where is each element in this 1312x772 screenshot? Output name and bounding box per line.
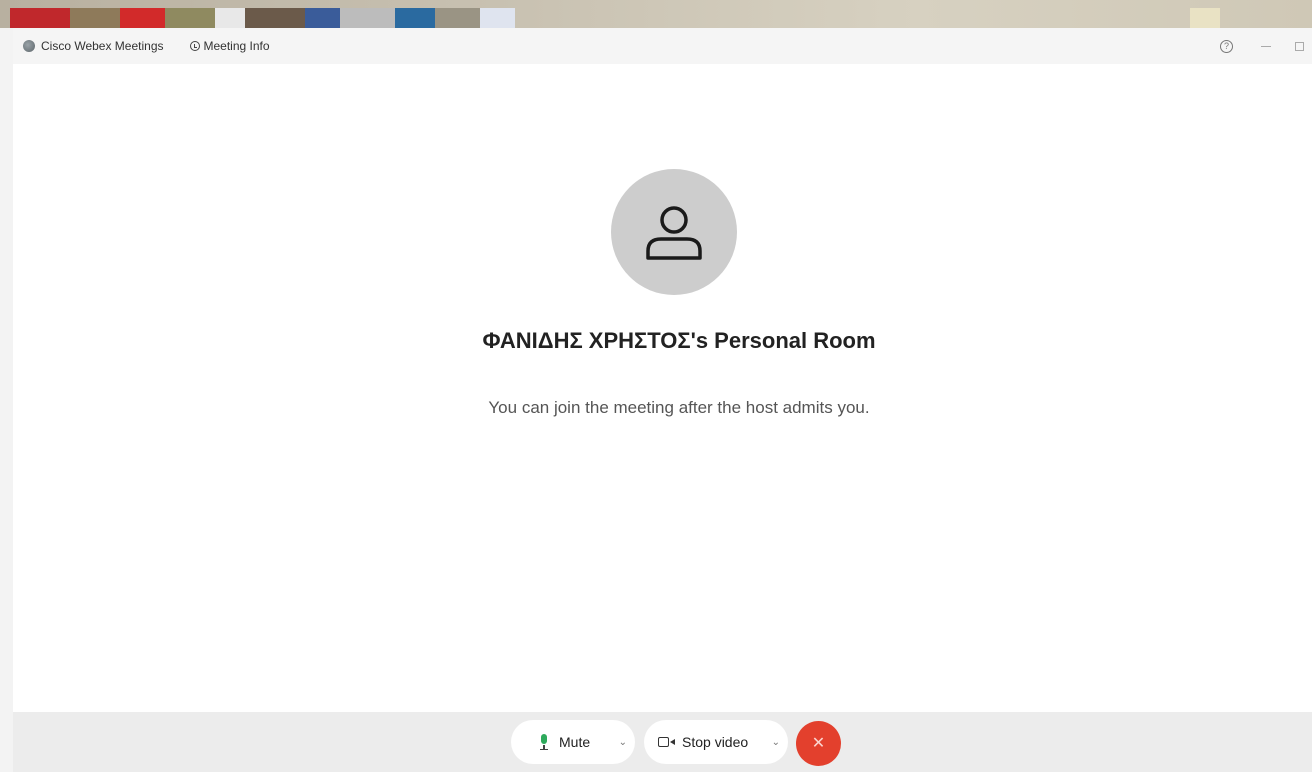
chevron-down-icon[interactable]: ⌄ <box>772 737 780 748</box>
chevron-down-icon[interactable]: ⌄ <box>619 737 627 748</box>
desktop-thumbnail <box>480 8 515 28</box>
stop-video-label: Stop video <box>682 734 749 750</box>
desktop-thumbnail <box>395 8 435 28</box>
webex-window: Cisco Webex Meetings Meeting Info ? ΦΑΝΙ… <box>13 28 1312 772</box>
desktop-thumbnail <box>340 8 395 28</box>
title-bar: Cisco Webex Meetings Meeting Info ? <box>13 28 1312 65</box>
leave-meeting-button[interactable]: ✕ <box>796 721 841 766</box>
meeting-info-label: Meeting Info <box>203 39 270 53</box>
desktop-thumbnail <box>10 8 70 28</box>
app-title: Cisco Webex Meetings <box>41 39 164 53</box>
help-icon[interactable]: ? <box>1220 39 1233 53</box>
microphone-icon <box>539 734 549 750</box>
person-icon <box>646 206 702 260</box>
lobby-message: You can join the meeting after the host … <box>488 398 870 417</box>
avatar <box>611 169 737 295</box>
meeting-info-button[interactable]: Meeting Info <box>189 39 270 53</box>
desktop-thumbnail <box>120 8 165 28</box>
desktop-thumbnail <box>245 8 305 28</box>
webex-logo-icon <box>23 40 35 52</box>
info-icon <box>189 41 200 51</box>
desktop-thumbnail <box>305 8 340 28</box>
desktop-thumbnail <box>70 8 120 28</box>
meeting-control-bar: Mute ⌄ Stop video ⌄ ✕ <box>13 712 1312 772</box>
screen: Cisco Webex Meetings Meeting Info ? ΦΑΝΙ… <box>0 0 1312 772</box>
desktop-thumbnail <box>1190 8 1220 28</box>
maximize-button[interactable] <box>1295 41 1304 51</box>
stop-video-button[interactable]: Stop video ⌄ <box>644 720 788 764</box>
desktop-thumbnail <box>165 8 215 28</box>
camera-icon <box>658 736 676 748</box>
mute-label: Mute <box>559 734 591 750</box>
app-menu[interactable]: Cisco Webex Meetings <box>23 39 164 53</box>
close-icon: ✕ <box>811 735 826 752</box>
minimize-button[interactable] <box>1261 45 1271 47</box>
mute-button[interactable]: Mute ⌄ <box>511 720 635 764</box>
desktop-thumbnail <box>215 8 245 28</box>
lobby-area: ΦΑΝΙΔΗΣ ΧΡΗΣΤΟΣ's Personal Room You can … <box>13 64 1312 712</box>
window-controls: ? <box>1220 28 1312 64</box>
desktop-background-strip <box>0 0 1312 28</box>
desktop-thumbnail <box>435 8 480 28</box>
room-title: ΦΑΝΙΔΗΣ ΧΡΗΣΤΟΣ's Personal Room <box>482 328 876 353</box>
